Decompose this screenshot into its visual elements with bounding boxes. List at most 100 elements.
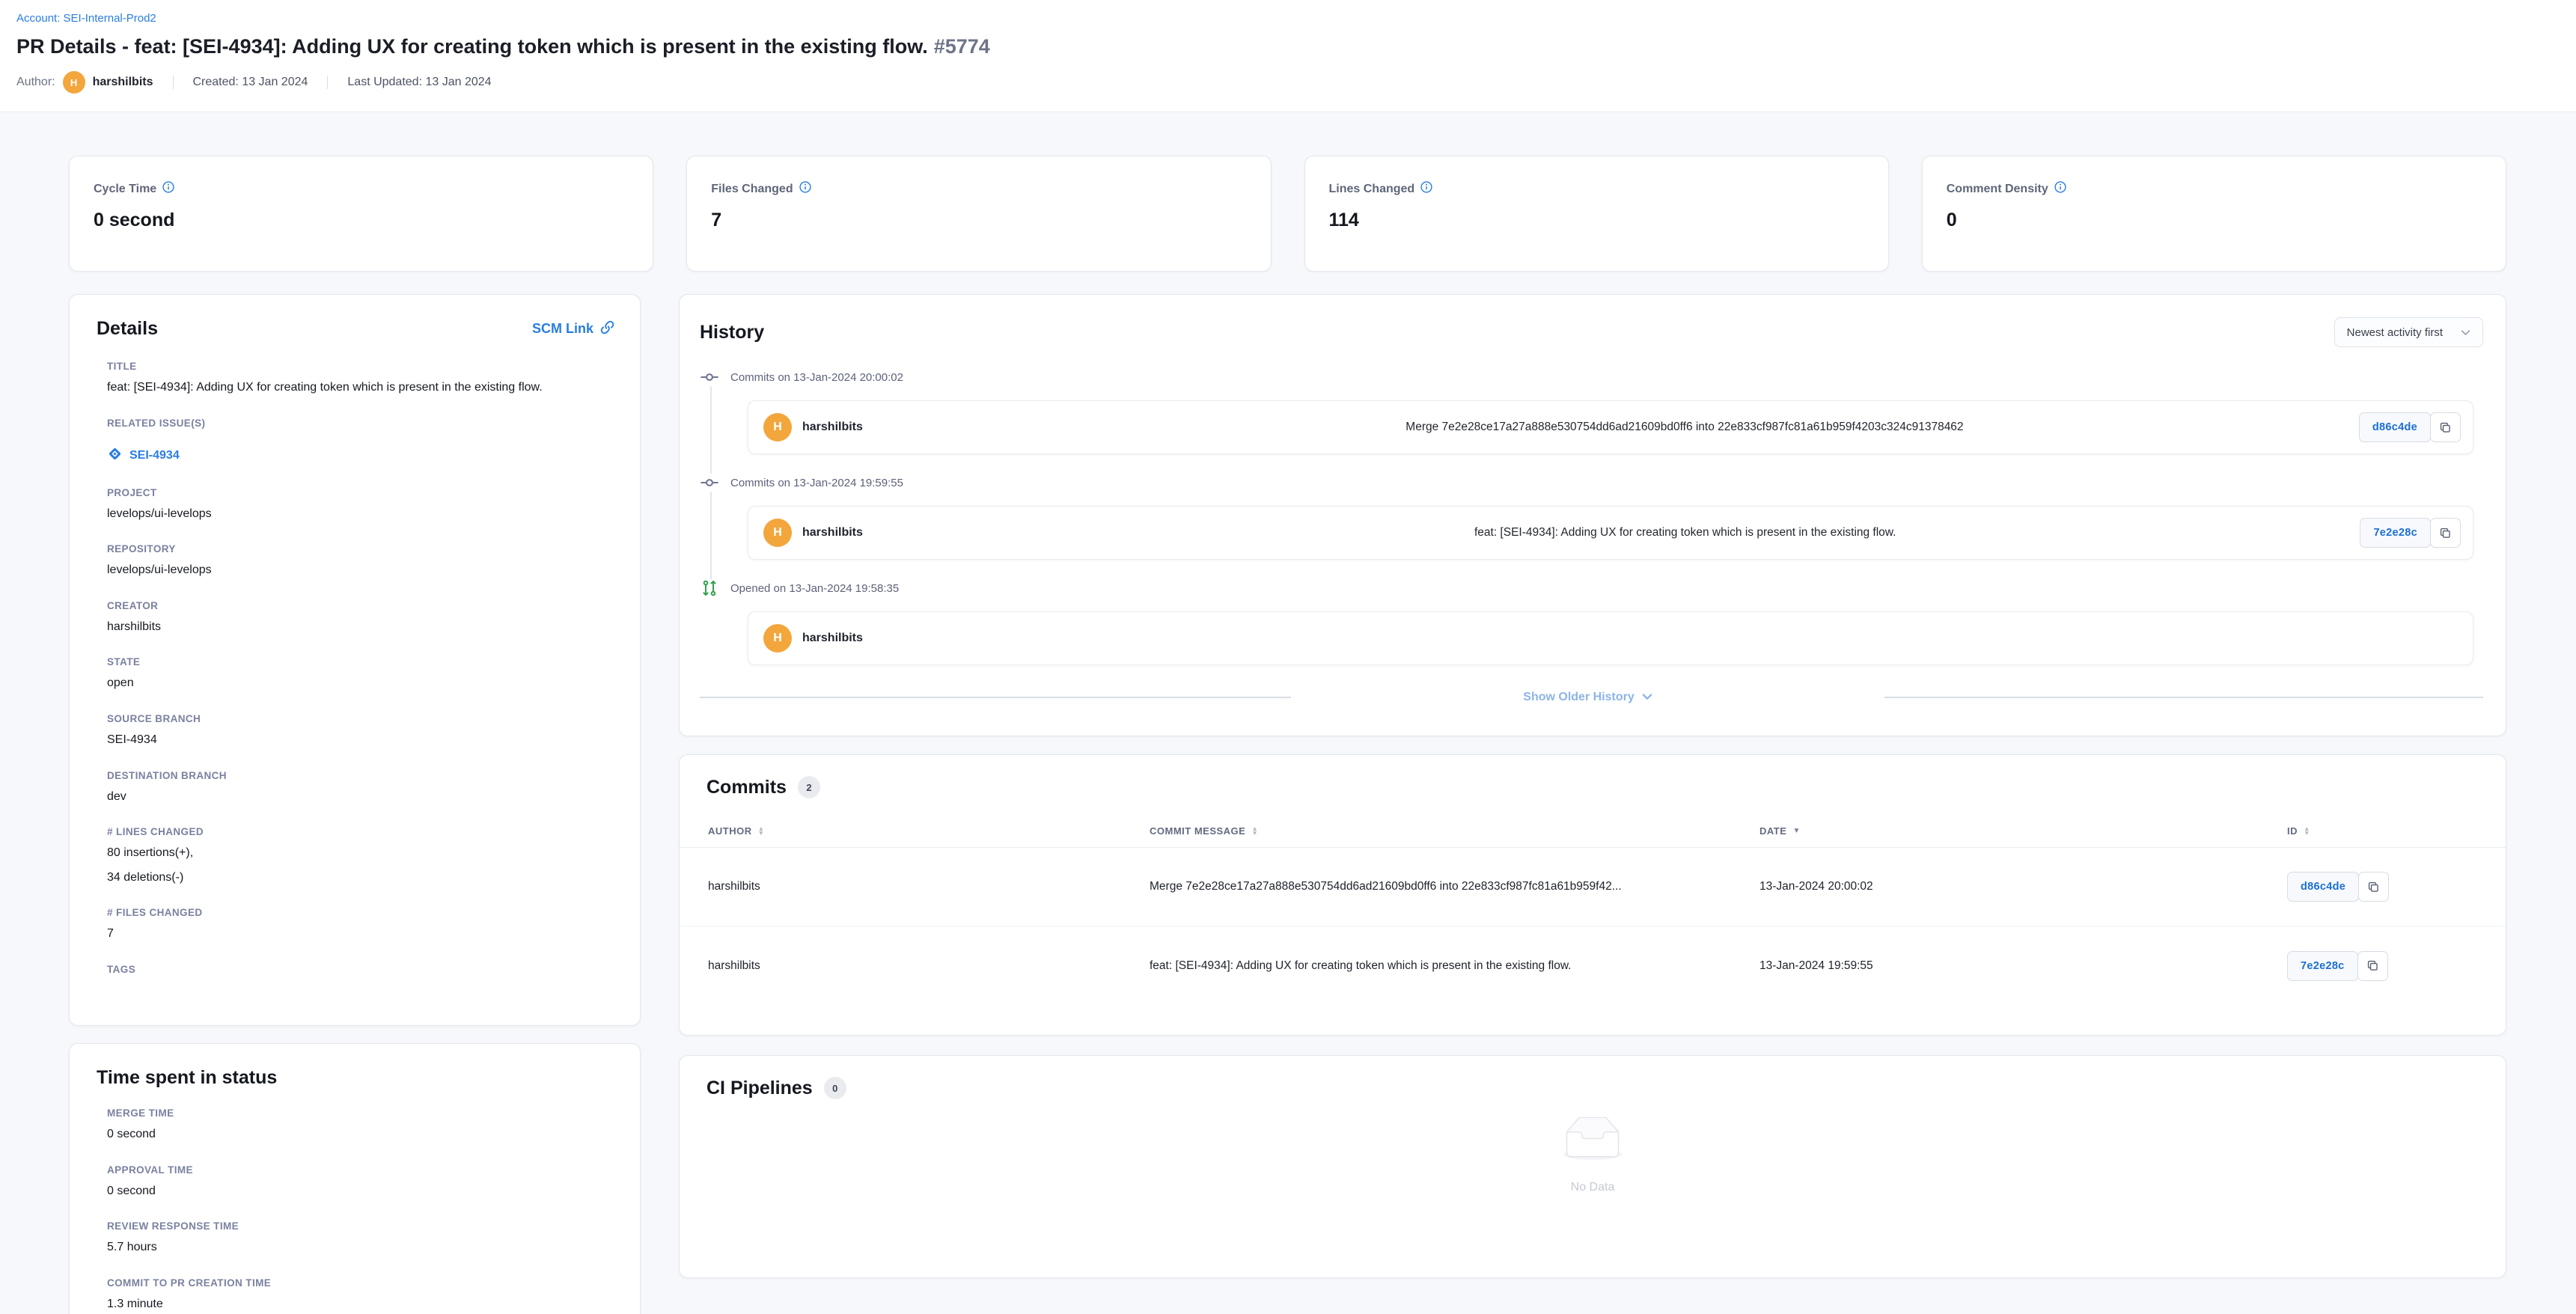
copy-button[interactable] xyxy=(2430,412,2461,442)
field-value: 5.7 hours xyxy=(107,1239,614,1256)
timeline-entry: Commits on 13-Jan-2024 19:59:55 H harshi… xyxy=(700,472,2483,560)
author-label: Author: xyxy=(16,76,55,89)
no-data-label: No Data xyxy=(1571,1181,1615,1194)
field-merge-time: MERGE TIME 0 second xyxy=(107,1107,614,1143)
copy-button[interactable] xyxy=(2430,518,2461,548)
field-tags: TAGS xyxy=(107,964,614,975)
commit-author: H harshilbits xyxy=(763,413,1010,441)
commits-header: Commits 2 xyxy=(680,776,2506,798)
field-label: REPOSITORY xyxy=(107,543,614,554)
scm-link[interactable]: SCM Link xyxy=(532,320,614,338)
field-creator: CREATOR harshilbits xyxy=(107,600,614,635)
field-state: STATE open xyxy=(107,656,614,691)
field-value: levelops/ui-levelops xyxy=(107,506,614,522)
field-label: REVIEW RESPONSE TIME xyxy=(107,1220,614,1232)
field-label: COMMIT TO PR CREATION TIME xyxy=(107,1277,614,1289)
deletions-value: 34 deletions(-) xyxy=(107,870,614,886)
column-header-id[interactable]: ID ▲▼ xyxy=(2287,825,2473,837)
ci-count-badge: 0 xyxy=(824,1077,846,1099)
field-value: dev xyxy=(107,789,614,805)
column-label: AUTHOR xyxy=(708,825,752,837)
ci-empty-state: No Data xyxy=(706,1117,2479,1194)
cell-id: 7e2e28c xyxy=(2287,951,2473,981)
field-label: DESTINATION BRANCH xyxy=(107,770,614,781)
info-icon[interactable] xyxy=(2054,181,2066,197)
sort-desc-icon: ▼ xyxy=(1792,827,1800,835)
metric-label-text: Comment Density xyxy=(1947,183,2048,196)
history-sort-dropdown[interactable]: Newest activity first xyxy=(2334,317,2483,347)
field-related-issues: RELATED ISSUE(S) SEI-4934 xyxy=(107,418,614,465)
scm-link-label: SCM Link xyxy=(532,321,593,337)
avatar: H xyxy=(763,413,792,441)
cell-message: Merge 7e2e28ce17a27a888e530754dd6ad21609… xyxy=(1150,880,1759,893)
pr-title-text: PR Details - feat: [SEI-4934]: Adding UX… xyxy=(16,35,928,58)
sort-dropdown-label: Newest activity first xyxy=(2347,326,2443,339)
field-value: open xyxy=(107,675,614,691)
column-header-author[interactable]: AUTHOR ▲▼ xyxy=(708,825,1150,837)
git-commit-icon xyxy=(700,367,719,387)
commit-author: H harshilbits xyxy=(763,519,1010,547)
column-label: COMMIT MESSAGE xyxy=(1150,825,1245,837)
commit-hash-badge[interactable]: d86c4de xyxy=(2359,412,2431,442)
divider xyxy=(173,76,174,89)
divider xyxy=(700,697,1291,698)
copy-button[interactable] xyxy=(2357,951,2388,981)
metric-label: Comment Density xyxy=(1947,181,2482,197)
timeline-entry-header: Commits on 13-Jan-2024 20:00:02 xyxy=(700,367,2483,388)
commit-author-name: harshilbits xyxy=(802,526,863,540)
commit-card: H harshilbits feat: [SEI-4934]: Adding U… xyxy=(748,506,2473,560)
field-value: 7 xyxy=(107,926,614,942)
commit-hash-badge[interactable]: 7e2e28c xyxy=(2360,518,2431,548)
issue-key: SEI-4934 xyxy=(129,449,180,462)
commits-table: AUTHOR ▲▼ COMMIT MESSAGE ▲▼ DATE ▼ ID xyxy=(680,815,2506,1005)
opened-card: H harshilbits xyxy=(748,611,2473,665)
field-label: APPROVAL TIME xyxy=(107,1164,614,1176)
page-header: Account: SEI-Internal-Prod2 PR Details -… xyxy=(0,0,2576,112)
column-header-date[interactable]: DATE ▼ xyxy=(1759,825,2287,837)
info-icon[interactable] xyxy=(1420,181,1432,197)
related-issue-link[interactable]: SEI-4934 xyxy=(107,446,180,465)
field-label: SOURCE BRANCH xyxy=(107,713,614,724)
commits-count-badge: 2 xyxy=(798,776,820,798)
time-spent-panel: Time spent in status MERGE TIME 0 second… xyxy=(69,1043,641,1314)
details-header: Details SCM Link xyxy=(97,318,614,340)
field-repository: REPOSITORY levelops/ui-levelops xyxy=(107,543,614,578)
created-date: Created: 13 Jan 2024 xyxy=(193,76,308,89)
field-value: feat: [SEI-4934]: Adding UX for creating… xyxy=(107,379,614,396)
copy-button[interactable] xyxy=(2358,872,2389,902)
metric-label: Lines Changed xyxy=(1329,181,1864,197)
field-label: CREATOR xyxy=(107,600,614,611)
show-older-history-button[interactable]: Show Older History xyxy=(1523,691,1652,704)
commit-author-name: harshilbits xyxy=(802,421,863,434)
column-label: DATE xyxy=(1759,825,1786,837)
field-title: TITLE feat: [SEI-4934]: Adding UX for cr… xyxy=(107,361,614,396)
commit-hash-badge[interactable]: 7e2e28c xyxy=(2287,951,2358,981)
commit-hash-badge[interactable]: d86c4de xyxy=(2287,872,2359,902)
commit-message: feat: [SEI-4934]: Adding UX for creating… xyxy=(1010,526,2360,540)
divider xyxy=(1884,697,2483,698)
field-label: # LINES CHANGED xyxy=(107,826,614,837)
account-breadcrumb-link[interactable]: Account: SEI-Internal-Prod2 xyxy=(16,12,156,25)
column-label: ID xyxy=(2287,825,2298,837)
chevron-down-icon xyxy=(2461,326,2470,339)
right-column: History Newest activity first Commits on… xyxy=(679,294,2506,1278)
ci-heading: CI Pipelines xyxy=(706,1078,813,1099)
field-value: 0 second xyxy=(107,1183,614,1200)
metric-card-comment-density: Comment Density 0 xyxy=(1922,156,2506,272)
time-spent-fields: MERGE TIME 0 second APPROVAL TIME 0 seco… xyxy=(97,1107,614,1312)
avatar: H xyxy=(763,624,792,653)
timeline-entry-label: Commits on 13-Jan-2024 20:00:02 xyxy=(730,371,903,384)
info-icon[interactable] xyxy=(799,181,811,197)
commits-table-header: AUTHOR ▲▼ COMMIT MESSAGE ▲▼ DATE ▼ ID xyxy=(680,815,2506,848)
info-icon[interactable] xyxy=(162,181,174,197)
field-label: MERGE TIME xyxy=(107,1107,614,1119)
left-column: Details SCM Link TITLE feat: [SEI-4934]:… xyxy=(69,294,641,1314)
column-header-message[interactable]: COMMIT MESSAGE ▲▼ xyxy=(1150,825,1759,837)
git-pull-request-icon xyxy=(700,579,719,597)
timeline-entry: Commits on 13-Jan-2024 20:00:02 H harshi… xyxy=(700,367,2483,454)
empty-box-icon xyxy=(1557,1117,1629,1167)
field-label: STATE xyxy=(107,656,614,667)
field-source-branch: SOURCE BRANCH SEI-4934 xyxy=(107,713,614,748)
metrics-row: Cycle Time 0 second Files Changed 7 Line… xyxy=(69,156,2506,272)
sort-icon: ▲▼ xyxy=(758,827,765,834)
